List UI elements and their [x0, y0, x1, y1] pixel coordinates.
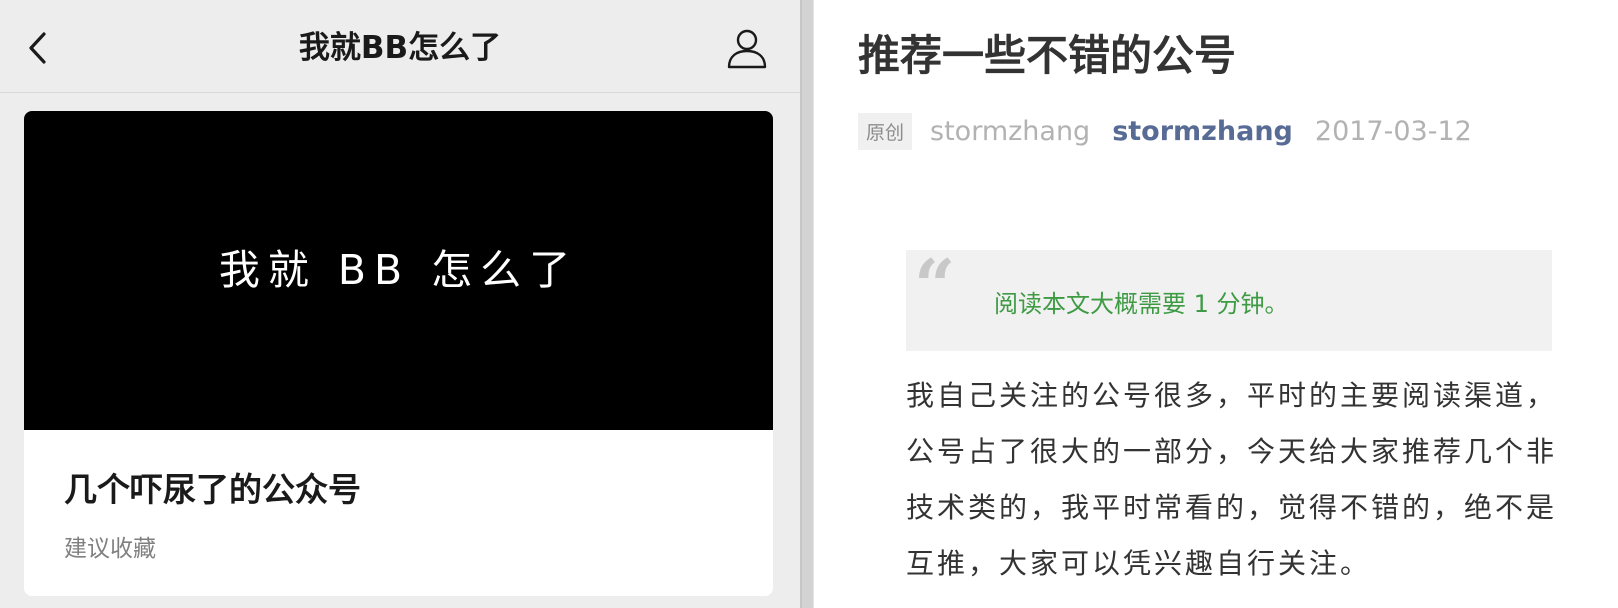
- person-icon[interactable]: [725, 26, 769, 70]
- publish-date: 2017-03-12: [1314, 115, 1472, 147]
- original-badge: 原创: [858, 112, 913, 150]
- nav-bar: 我就BB怎么了: [0, 0, 800, 93]
- card-title: 几个吓尿了的公众号: [64, 470, 361, 509]
- panel-divider: [800, 0, 814, 608]
- author-name: stormzhang: [930, 115, 1091, 147]
- cover-text: 我就 BB 怎么了: [218, 246, 579, 294]
- account-page: 我就BB怎么了 我就 BB 怎么了 几个吓尿了的公众号 建议收藏: [0, 0, 800, 608]
- account-link[interactable]: stormzhang: [1112, 116, 1293, 147]
- article-view: 推荐一些不错的公号 原创 stormzhang stormzhang 2017-…: [814, 0, 1618, 608]
- reading-time-quote: “ 阅读本文大概需要 1 分钟。: [906, 250, 1552, 351]
- cover-image: 我就 BB 怎么了: [24, 111, 773, 430]
- article-title: 推荐一些不错的公号: [858, 31, 1237, 80]
- reading-time-text: 阅读本文大概需要 1 分钟。: [994, 290, 1289, 318]
- quote-mark-icon: “: [914, 243, 956, 328]
- article-card[interactable]: 我就 BB 怎么了 几个吓尿了的公众号 建议收藏: [24, 111, 773, 596]
- article-meta: 原创 stormzhang stormzhang 2017-03-12: [858, 112, 1472, 150]
- card-subtitle: 建议收藏: [64, 536, 156, 562]
- article-body: 我自己关注的公号很多，平时的主要阅读渠道，公号占了很大的一部分，今天给大家推荐几…: [906, 379, 1558, 580]
- nav-title: 我就BB怎么了: [298, 30, 502, 66]
